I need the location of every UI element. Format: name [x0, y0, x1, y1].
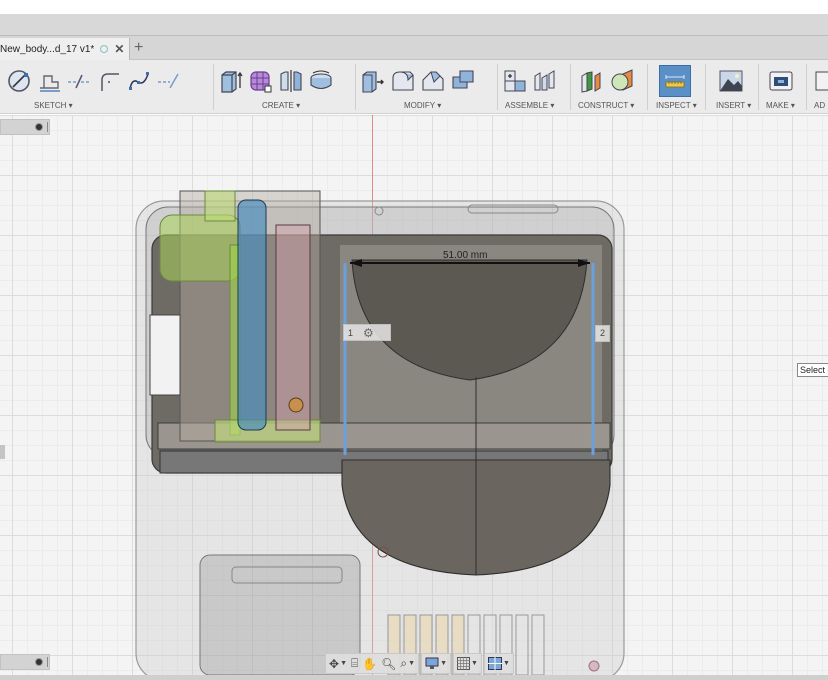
screw-hole [588, 660, 600, 672]
nav-group-view: ✥ ▼ ⌸ ✋ 🔍︎ ⌕ ▼ [325, 653, 420, 674]
document-tab[interactable]: New_body...d_17 v1* ✕ [0, 38, 130, 60]
status-strip [0, 675, 828, 680]
blue-shaft [237, 199, 267, 431]
mirror-icon[interactable] [278, 66, 304, 96]
measurement-value: 51.00 mm [443, 250, 488, 261]
construction-line-icon[interactable] [156, 66, 182, 96]
toolbar-group-insert: INSERT ▾ [710, 60, 756, 114]
selection-tag-2[interactable]: 2 [595, 325, 610, 342]
toolbar-group-assemble: ASSEMBLE ▾ [502, 60, 568, 114]
green-bracket [204, 190, 236, 222]
create-sketch-icon[interactable] [6, 66, 32, 96]
toolbar-group-modify: MODIFY ▾ [360, 60, 496, 114]
nav-group-viewports: ▼ [483, 653, 514, 674]
model-render[interactable] [0, 115, 828, 675]
bronze-bearing [288, 397, 304, 413]
orbit-icon[interactable]: ✥ ▼ [329, 657, 347, 671]
toolbar-group-inspect: INSPECT ▾ [652, 60, 702, 114]
3d-viewport[interactable]: 51.00 mm 1 ⚙ 2 Select c ✥▼ ⌸ ✋ 🔍︎ ⌕▼ ▼ ▼… [0, 115, 828, 675]
selection-number: 1 [348, 327, 354, 338]
trim-line-icon[interactable] [66, 66, 92, 96]
insert-image-icon[interactable] [718, 66, 744, 96]
look-at-icon[interactable]: ⌸ [351, 656, 358, 671]
fillet-icon[interactable] [390, 66, 416, 96]
toolbar-divider [806, 64, 807, 110]
title-bar [0, 14, 828, 36]
toolbar-divider [497, 64, 498, 110]
revolve-icon[interactable] [308, 66, 334, 96]
sketch-menu[interactable]: SKETCH ▾ [34, 101, 73, 110]
toolbar-divider [213, 64, 214, 110]
add-ins-icon[interactable] [814, 66, 828, 96]
unsaved-dot-icon [100, 45, 109, 53]
add-ins-menu[interactable]: AD [814, 101, 825, 110]
assemble-menu[interactable]: ASSEMBLE ▾ [505, 101, 554, 110]
toolbar-divider [647, 64, 648, 110]
pan-hand-icon[interactable]: ✋ [362, 657, 377, 671]
toolbar-group-make: MAKE ▾ [762, 60, 804, 114]
top-margin [0, 0, 828, 14]
insert-menu[interactable]: INSERT ▾ [716, 101, 751, 110]
gear-icon[interactable]: ⚙ [363, 326, 374, 340]
joint-icon[interactable] [532, 66, 558, 96]
toolbar-divider [570, 64, 571, 110]
ribbon-toolbar: SKETCH ▾ CREATE ▾ MODIFY ▾ ASSEMBLE ▾ CO… [0, 60, 828, 114]
viewports-icon[interactable]: ▼ [487, 657, 510, 670]
offset-plane-icon[interactable] [579, 66, 605, 96]
new-component-icon[interactable] [502, 66, 528, 96]
close-icon[interactable]: ✕ [114, 42, 124, 56]
extrude-icon[interactable] [218, 66, 244, 96]
chamfer-icon[interactable] [420, 66, 446, 96]
press-pull-icon[interactable] [360, 66, 386, 96]
3d-print-icon[interactable] [768, 66, 794, 96]
toolbar-group-create: CREATE ▾ [218, 60, 354, 114]
construct-menu[interactable]: CONSTRUCT ▾ [578, 101, 634, 110]
display-settings-icon[interactable]: ▼ [425, 657, 447, 670]
document-tab-bar: New_body...d_17 v1* ✕ + [0, 36, 828, 60]
toolbar-group-add-ins: AD [810, 60, 828, 114]
document-tab-title: New_body...d_17 v1* [0, 43, 95, 55]
nav-group-grid: ▼ [453, 653, 482, 674]
toolbar-divider [705, 64, 706, 110]
toolbar-group-sketch: SKETCH ▾ [6, 60, 212, 114]
modify-menu[interactable]: MODIFY ▾ [404, 101, 441, 110]
plane-at-angle-icon[interactable] [609, 66, 635, 96]
navigation-bar: ✥ ▼ ⌸ ✋ 🔍︎ ⌕ ▼ ▼ ▼ ▼ [325, 653, 514, 674]
make-menu[interactable]: MAKE ▾ [766, 101, 795, 110]
inspect-menu[interactable]: INSPECT ▾ [656, 101, 697, 110]
plus-icon[interactable]: + [134, 39, 143, 57]
measure-icon[interactable] [659, 65, 691, 97]
side-notch [149, 314, 181, 396]
create-menu[interactable]: CREATE ▾ [262, 101, 300, 110]
tooltip: Select c [797, 363, 828, 377]
nav-group-display: ▼ [421, 653, 451, 674]
offset-profile-icon[interactable] [36, 66, 62, 96]
selection-number: 2 [600, 328, 606, 338]
form-icon[interactable] [248, 66, 274, 96]
zoom-icon[interactable]: 🔍︎ [381, 657, 396, 671]
zoom-window-icon[interactable]: ⌕ ▼ [400, 656, 415, 671]
fillet-sketch-icon[interactable] [96, 66, 122, 96]
selection-tag-1[interactable]: 1 ⚙ [343, 324, 391, 341]
toolbar-divider [355, 64, 356, 110]
spline-icon[interactable] [126, 66, 152, 96]
grid-icon[interactable]: ▼ [457, 657, 478, 670]
toolbar-group-construct: CONSTRUCT ▾ [575, 60, 645, 114]
combine-icon[interactable] [450, 66, 476, 96]
toolbar-divider [758, 64, 759, 110]
green-gear-part [159, 214, 241, 282]
